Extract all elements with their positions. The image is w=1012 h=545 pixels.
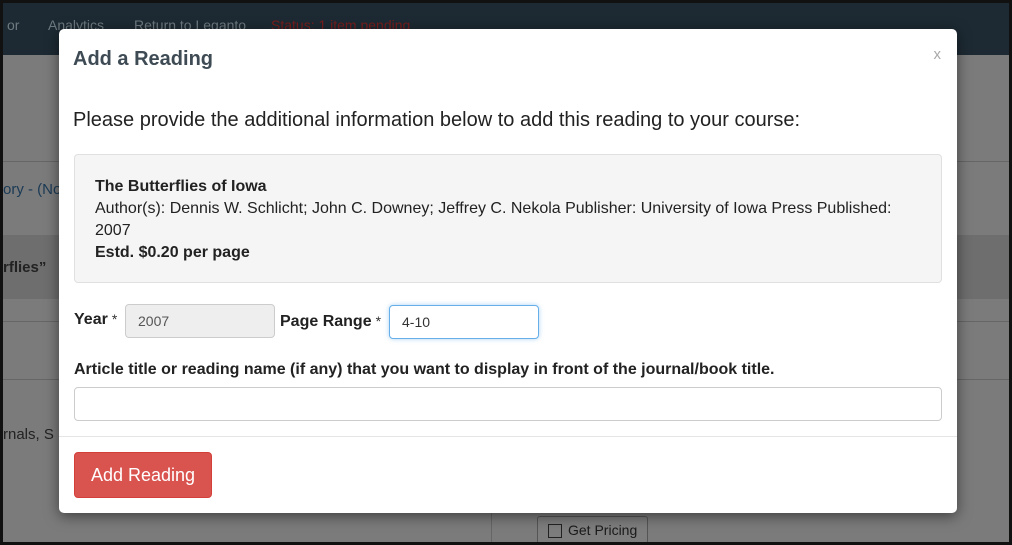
book-details: Author(s): Dennis W. Schlicht; John C. D… bbox=[95, 200, 892, 239]
book-title: The Butterflies of Iowa bbox=[95, 178, 267, 195]
reading-info-box: The Butterflies of Iowa Author(s): Denni… bbox=[74, 154, 942, 283]
get-pricing-label: Get Pricing bbox=[568, 522, 638, 538]
article-title-label: Article title or reading name (if any) t… bbox=[74, 361, 775, 378]
body-text-fragment: rnals, S bbox=[3, 426, 54, 443]
modal-intro-text: Please provide the additional informatio… bbox=[73, 109, 801, 131]
modal-footer-divider bbox=[59, 436, 957, 437]
add-reading-button[interactable]: Add Reading bbox=[74, 452, 212, 498]
calculator-icon bbox=[548, 524, 562, 538]
required-marker: * bbox=[111, 311, 118, 327]
year-field: 2007 bbox=[125, 304, 275, 338]
page-range-label-text: Page Range bbox=[280, 313, 372, 330]
close-button[interactable]: x bbox=[934, 46, 942, 63]
estimated-price: Estd. $0.20 per page bbox=[95, 244, 250, 261]
nav-item-truncated[interactable]: or bbox=[7, 17, 19, 33]
page-range-input[interactable] bbox=[389, 305, 539, 339]
page-heading-fragment: rflies” bbox=[3, 259, 47, 276]
get-pricing-button[interactable]: Get Pricing bbox=[537, 516, 649, 542]
breadcrumb-fragment[interactable]: ory - (No bbox=[3, 181, 61, 198]
screen: or Analytics Return to Leganto Status: 1… bbox=[0, 0, 1012, 545]
add-reading-modal: Add a Reading x Please provide the addit… bbox=[59, 29, 957, 513]
year-label-text: Year bbox=[74, 311, 108, 328]
modal-title: Add a Reading bbox=[73, 48, 214, 70]
article-title-input[interactable] bbox=[74, 387, 942, 421]
page-range-label: Page Range * bbox=[280, 313, 381, 331]
year-label: Year * bbox=[74, 311, 117, 329]
required-marker: * bbox=[375, 313, 382, 329]
